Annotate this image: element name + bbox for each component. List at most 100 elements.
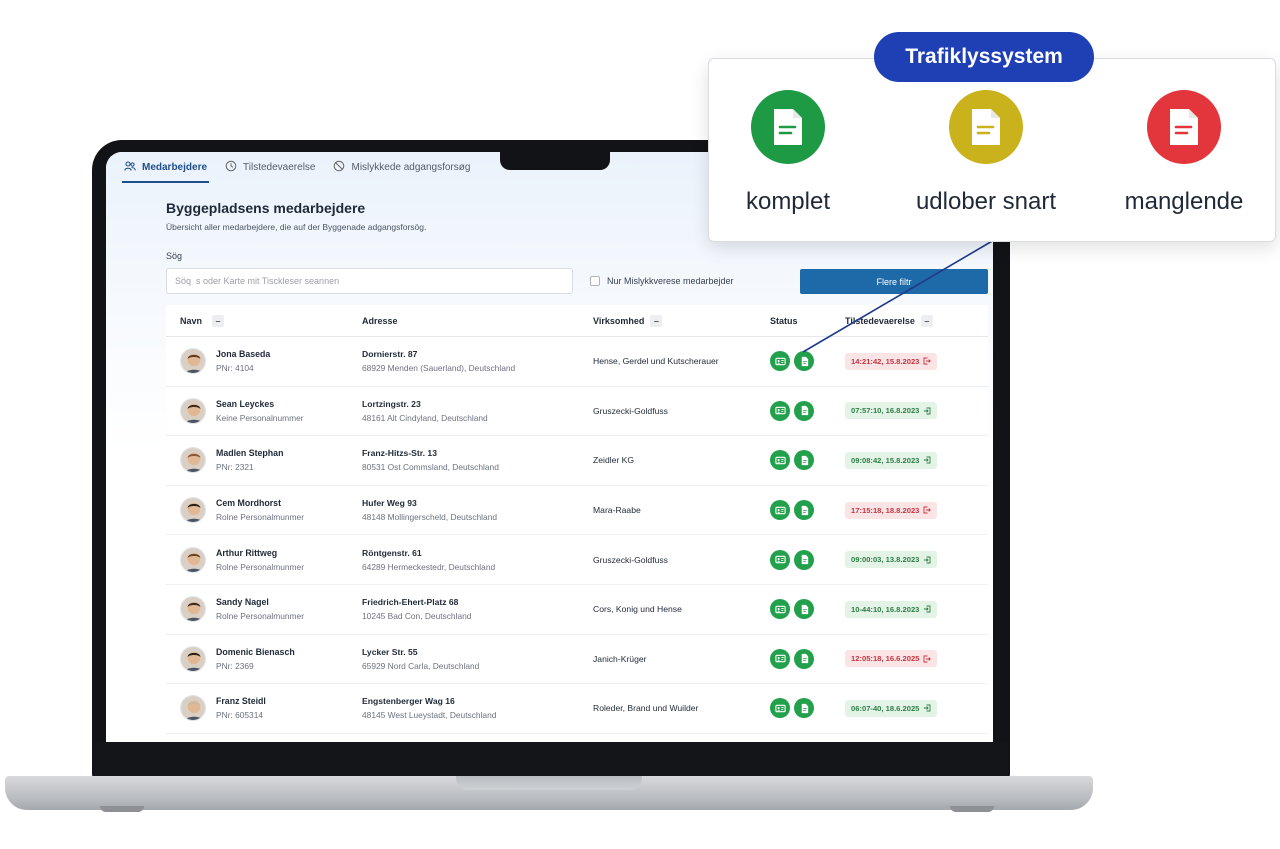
table-row[interactable]: Domenic Bienasch PNr: 2369 Lycker Str. 5… xyxy=(166,635,988,685)
company-name: Roleder, Brand und Wuilder xyxy=(593,703,699,714)
header-status: Status xyxy=(770,316,845,326)
avatar xyxy=(180,596,206,623)
legend-label: komplet xyxy=(745,188,831,215)
table-row[interactable]: Franz Steidl PNr: 605314 Engstenberger W… xyxy=(166,684,988,734)
table-row[interactable]: Arthur Rittweg Rolne Personalmunmer Rönt… xyxy=(166,535,988,585)
legend-missing: manglende xyxy=(1118,90,1250,216)
cell-address: Franz-Hitzs-Str. 13 80531 Ost Commsland,… xyxy=(362,448,593,472)
only-failed-checkbox[interactable] xyxy=(590,276,600,286)
header-address: Adresse xyxy=(362,316,593,326)
table-row[interactable]: Sandy Nagel Rolne Personalmunmer Friedri… xyxy=(166,585,988,635)
legend-complete: komplet xyxy=(742,90,834,216)
employee-name[interactable]: Sandy Nagel xyxy=(216,597,304,607)
document-icon[interactable] xyxy=(794,698,814,719)
cell-name: Domenic Bienasch PNr: 2369 xyxy=(166,645,362,672)
laptop-foot xyxy=(950,806,994,812)
address-street: Engstenberger Wag 16 xyxy=(362,696,455,707)
exit-icon xyxy=(923,357,932,365)
laptop-base-groove xyxy=(456,776,642,790)
id-card-icon[interactable] xyxy=(770,648,790,669)
more-filters-button[interactable]: Flere filtr xyxy=(800,269,988,294)
id-card-icon[interactable] xyxy=(770,400,790,421)
header-company[interactable]: Virksomhed – xyxy=(593,314,770,327)
name-block: Arthur Rittweg Rolne Personalmunmer xyxy=(216,548,304,572)
search-input[interactable] xyxy=(166,268,573,294)
name-block: Franz Steidl PNr: 605314 xyxy=(216,696,266,720)
table-row[interactable]: Sean Leyckes Keine Personalnummer Lortzi… xyxy=(166,387,988,437)
table-row[interactable]: Madlen Stephan PNr: 2321 Franz-Hitzs-Str… xyxy=(166,436,988,486)
tab-employees[interactable]: Medarbejdere xyxy=(121,152,210,183)
personnel-number: PNr: 4104 xyxy=(216,363,254,374)
tab-failed-access[interactable]: Mislykkede adgangsforsøg xyxy=(333,152,470,182)
document-icon[interactable] xyxy=(794,599,814,620)
sort-icon[interactable]: – xyxy=(920,314,933,327)
address-city: 64289 Hermeckestedr, Deutschland xyxy=(362,561,496,572)
document-icon[interactable] xyxy=(794,400,814,421)
id-card-icon[interactable] xyxy=(770,351,790,372)
employee-table: Navn – Adresse Virksomhed – Status Tilst xyxy=(166,305,988,734)
document-icon[interactable] xyxy=(794,549,814,570)
sort-icon[interactable]: – xyxy=(650,314,663,327)
document-icon[interactable] xyxy=(794,500,814,521)
address-city: 10245 Bad Con, Deutschland xyxy=(362,611,472,622)
document-icon[interactable] xyxy=(794,351,814,372)
cell-company: Hense, Gerdel und Kutscherauer xyxy=(593,356,770,366)
personnel-number: Rolne Personalmunmer xyxy=(216,611,304,622)
cell-status xyxy=(770,549,845,570)
avatar xyxy=(180,546,206,573)
avatar xyxy=(180,645,206,672)
cell-name: Sandy Nagel Rolne Personalmunmer xyxy=(166,596,362,623)
document-icon[interactable] xyxy=(794,648,814,669)
cell-address: Engstenberger Wag 16 48145 West Lueystad… xyxy=(362,696,593,720)
name-block: Domenic Bienasch PNr: 2369 xyxy=(216,647,295,671)
cell-address: Friedrich-Ehert-Platz 68 10245 Bad Con, … xyxy=(362,597,593,621)
employee-name[interactable]: Arthur Rittweg xyxy=(216,548,304,558)
cell-address: Hufer Weg 93 48148 Mollingerscheld, Deut… xyxy=(362,498,593,522)
employee-name[interactable]: Franz Steidl xyxy=(216,696,266,706)
company-name: Zeidler KG xyxy=(593,455,635,466)
table-row[interactable]: Cem Mordhorst Rolne Personalmunmer Hufer… xyxy=(166,486,988,536)
cell-presence: 17:15:18, 18.8.2023 xyxy=(845,501,988,519)
header-name[interactable]: Navn – xyxy=(166,314,362,327)
page-title: Byggepladsens medarbejdere xyxy=(166,200,366,216)
id-card-icon[interactable] xyxy=(770,549,790,570)
presence-badge: 14:21:42, 15.8.2023 xyxy=(845,352,938,370)
id-card-icon[interactable] xyxy=(770,599,790,620)
personnel-number: PNr: 2321 xyxy=(216,462,254,473)
presence-time: 14:21:42, 15.8.2023 xyxy=(851,356,920,366)
presence-badge: 17:15:18, 18.8.2023 xyxy=(845,501,938,519)
name-block: Jona Baseda PNr: 4104 xyxy=(216,349,270,373)
tab-label: Tilstedevaerelse xyxy=(243,161,316,173)
laptop-bezel-bottom xyxy=(94,742,1008,778)
cell-status xyxy=(770,500,845,521)
company-name: Hense, Gerdel und Kutscherauer xyxy=(593,356,719,367)
employee-name[interactable]: Cem Mordhorst xyxy=(216,498,304,508)
id-card-icon[interactable] xyxy=(770,500,790,521)
cell-company: Gruszecki-Goldfuss xyxy=(593,555,770,565)
presence-time: 17:15:18, 18.8.2023 xyxy=(851,505,920,515)
avatar xyxy=(180,447,206,474)
employee-name[interactable]: Domenic Bienasch xyxy=(216,647,295,657)
header-presence[interactable]: Tilstedevaerelse – xyxy=(845,314,988,327)
document-icon xyxy=(751,90,825,164)
cell-name: Cem Mordhorst Rolne Personalmunmer xyxy=(166,497,362,524)
employee-name[interactable]: Jona Baseda xyxy=(216,349,270,359)
personnel-number: PNr: 605314 xyxy=(216,710,264,721)
id-card-icon[interactable] xyxy=(770,450,790,471)
address-street: Lycker Str. 55 xyxy=(362,646,418,657)
tab-presence[interactable]: Tilstedevaerelse xyxy=(225,152,315,182)
cell-address: Lortzingstr. 23 48161 Alt Cindyland, Deu… xyxy=(362,399,593,423)
employee-name[interactable]: Madlen Stephan xyxy=(216,448,283,458)
sort-icon[interactable]: – xyxy=(212,314,225,327)
employee-name[interactable]: Sean Leyckes xyxy=(216,399,304,409)
id-card-icon[interactable] xyxy=(770,698,790,719)
table-body: Jona Baseda PNr: 4104 Dornierstr. 87 689… xyxy=(166,337,988,734)
cell-status xyxy=(770,599,845,620)
table-row[interactable]: Jona Baseda PNr: 4104 Dornierstr. 87 689… xyxy=(166,337,988,387)
document-icon[interactable] xyxy=(794,450,814,471)
presence-time: 09:08:42, 15.8.2023 xyxy=(851,455,920,465)
only-failed-filter[interactable]: Nur Mislykkverese medarbejder xyxy=(590,276,734,286)
cell-company: Zeidler KG xyxy=(593,455,770,465)
address-street: Friedrich-Ehert-Platz 68 xyxy=(362,597,459,608)
cell-presence: 06:07-40, 18.6.2025 xyxy=(845,699,988,717)
